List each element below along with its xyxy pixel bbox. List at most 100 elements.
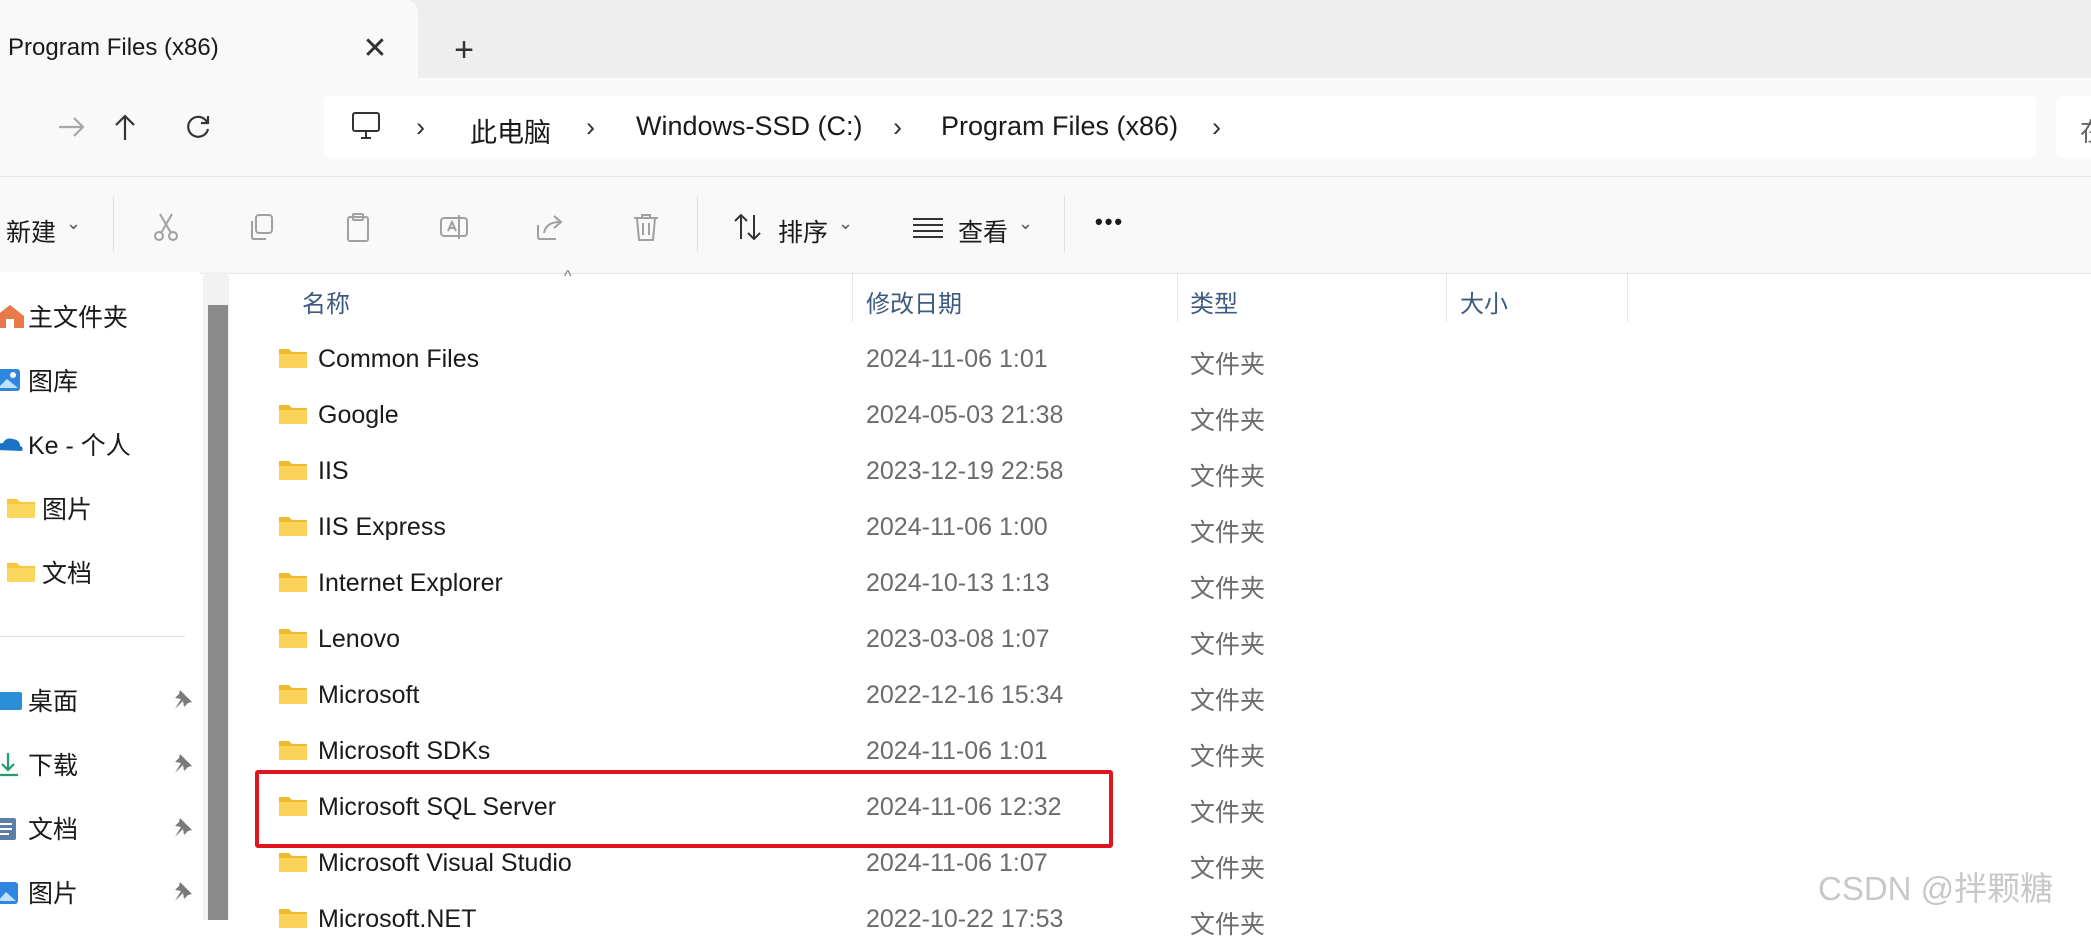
column-header-modified[interactable]: 修改日期: [866, 284, 962, 319]
file-modified: 2023-12-19 22:58: [866, 457, 1064, 485]
rename-button[interactable]: [432, 205, 476, 249]
sidebar-item-label: Ke - 个人: [28, 432, 131, 460]
gallery-icon: [0, 369, 20, 391]
address-bar[interactable]: [324, 96, 2036, 158]
file-row[interactable]: [234, 556, 2091, 612]
file-modified: 2024-11-06 1:00: [866, 513, 1048, 541]
file-row[interactable]: [234, 388, 2091, 444]
delete-button[interactable]: [624, 205, 668, 249]
breadcrumb-program-files[interactable]: Program Files (x86): [941, 111, 1178, 142]
sort-icon[interactable]: [726, 205, 770, 249]
share-button[interactable]: [528, 205, 572, 249]
folder-icon: [279, 685, 307, 704]
column-header-size[interactable]: 大小: [1460, 284, 1508, 319]
file-type: 文件夹: [1190, 799, 1266, 827]
sidebar-item-onedrive[interactable]: Ke - 个人: [0, 416, 131, 472]
view-icon[interactable]: [906, 205, 950, 249]
home-icon: [0, 305, 24, 328]
breadcrumb-drive[interactable]: Windows-SSD (C:): [636, 111, 863, 142]
highlight-annotation-box: [255, 770, 1113, 848]
toolbar-divider: [697, 196, 698, 252]
sidebar-item-gallery[interactable]: 图库: [0, 352, 78, 408]
sidebar-item-documents-pinned[interactable]: 文档: [0, 800, 78, 856]
forward-button[interactable]: [44, 99, 100, 155]
file-row[interactable]: [234, 668, 2091, 724]
paste-button[interactable]: [336, 205, 380, 249]
copy-icon: [251, 214, 273, 240]
new-button[interactable]: 新建: [6, 213, 56, 249]
chevron-down-icon[interactable]: ⌄: [838, 213, 853, 234]
pin-icon[interactable]: [172, 752, 194, 779]
column-divider[interactable]: [1627, 272, 1628, 322]
desktop-icon: [0, 692, 22, 710]
file-name: Internet Explorer: [318, 569, 503, 597]
column-header-row: [234, 272, 2091, 328]
file-type: 文件夹: [1190, 463, 1266, 491]
file-type: 文件夹: [1190, 519, 1266, 547]
file-row[interactable]: [234, 332, 2091, 388]
column-divider[interactable]: [1177, 272, 1178, 322]
sidebar-scrollbar-thumb[interactable]: [208, 305, 228, 920]
folder-icon: [279, 349, 307, 368]
pin-icon[interactable]: [172, 880, 194, 907]
file-row[interactable]: [234, 612, 2091, 668]
sidebar-item-home[interactable]: 主文件夹: [0, 288, 128, 344]
breadcrumb-chevron-icon[interactable]: ›: [1212, 112, 1221, 143]
folder-icon: [279, 629, 307, 648]
column-header-name[interactable]: 名称: [302, 284, 350, 319]
view-button[interactable]: 查看: [958, 213, 1008, 249]
column-divider[interactable]: [852, 272, 853, 322]
scissors-icon: [154, 213, 178, 241]
file-name: Google: [318, 401, 399, 429]
up-button[interactable]: [97, 99, 153, 155]
new-tab-button[interactable]: +: [444, 30, 484, 70]
picture-icon: [0, 882, 18, 904]
tab-title: Program Files (x86): [8, 34, 219, 61]
sidebar-divider: [0, 636, 185, 637]
file-name: Common Files: [318, 345, 480, 373]
tab-close-button[interactable]: ✕: [355, 28, 395, 68]
sidebar-item-pictures[interactable]: 图片: [6, 480, 92, 536]
file-row[interactable]: [234, 500, 2091, 556]
breadcrumb-this-pc[interactable]: 此电脑: [470, 111, 551, 150]
folder-icon: [279, 573, 307, 592]
arrow-right-icon: [59, 117, 85, 137]
pin-icon[interactable]: [172, 688, 194, 715]
folder-icon: [279, 405, 307, 424]
sidebar-item-downloads[interactable]: 下载: [0, 736, 78, 792]
file-modified: 2023-03-08 1:07: [866, 625, 1050, 653]
breadcrumb-chevron-icon[interactable]: ›: [893, 112, 902, 143]
file-row[interactable]: [234, 892, 2091, 920]
clipboard-icon: [347, 213, 369, 242]
sort-button[interactable]: 排序: [778, 213, 828, 249]
sidebar-item-documents[interactable]: 文档: [6, 544, 92, 600]
toolbar-divider: [1064, 196, 1065, 252]
breadcrumb-chevron-icon[interactable]: ›: [586, 112, 595, 143]
file-modified: 2024-11-06 1:01: [866, 737, 1048, 765]
folder-icon: [7, 563, 35, 582]
chevron-down-icon[interactable]: ⌄: [1018, 213, 1033, 234]
sidebar-item-pictures-pinned[interactable]: 图片: [0, 864, 78, 920]
file-modified: 2024-05-03 21:38: [866, 401, 1064, 429]
arrow-up-icon: [115, 114, 135, 140]
file-type: 文件夹: [1190, 351, 1266, 379]
chevron-down-icon[interactable]: ⌄: [66, 213, 81, 234]
column-divider[interactable]: [1446, 272, 1447, 322]
file-row[interactable]: [234, 444, 2091, 500]
document-icon: [0, 818, 16, 840]
sort-ascending-icon: ^: [564, 268, 572, 285]
copy-button[interactable]: [240, 205, 284, 249]
trash-icon: [634, 214, 658, 241]
file-modified: 2024-11-06 1:07: [866, 849, 1048, 877]
file-modified: 2022-12-16 15:34: [866, 681, 1064, 709]
refresh-button[interactable]: [170, 99, 226, 155]
cut-button[interactable]: [144, 205, 188, 249]
sidebar-item-desktop[interactable]: 桌面: [0, 672, 78, 728]
more-options-button[interactable]: •••: [1095, 209, 1124, 235]
pin-icon[interactable]: [172, 816, 194, 843]
breadcrumb-chevron-icon[interactable]: ›: [416, 112, 425, 143]
file-type: 文件夹: [1190, 407, 1266, 435]
column-header-type[interactable]: 类型: [1190, 284, 1238, 319]
sidebar-item-label: 文档: [42, 560, 93, 588]
sidebar-item-label: 图片: [42, 496, 93, 524]
